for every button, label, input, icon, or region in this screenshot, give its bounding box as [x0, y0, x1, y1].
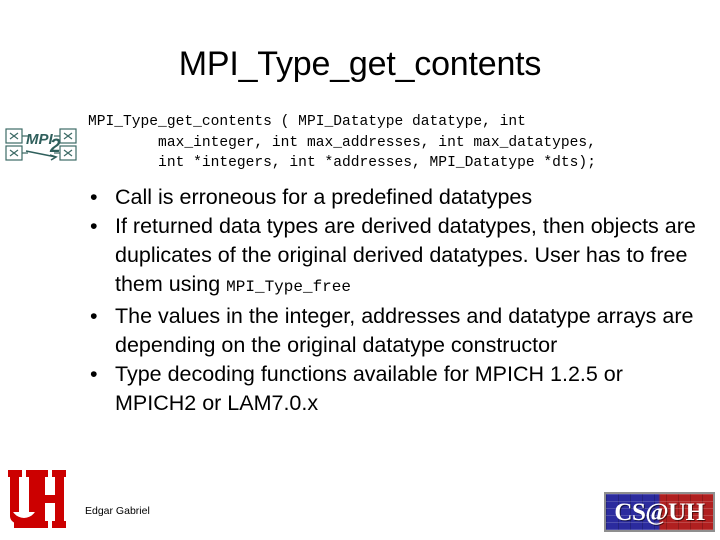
bullet-marker-icon: •	[90, 304, 98, 328]
bullet-marker-icon: •	[90, 185, 98, 209]
list-item-text: Type decoding functions available for MP…	[115, 362, 623, 415]
slide-canvas: MPI_Type_get_contents MPI 2 MPI_Type_get…	[0, 0, 720, 540]
presenter-name: Edgar Gabriel	[85, 505, 150, 517]
list-item-text: If returned data types are derived datat…	[115, 214, 696, 296]
csuh-logo: CS@UH	[604, 492, 715, 532]
bullet-marker-icon: •	[90, 214, 98, 238]
list-item-text: Call is erroneous for a predefined datat…	[115, 185, 533, 209]
svg-text:2: 2	[49, 136, 61, 157]
list-item: • The values in the integer, addresses a…	[86, 302, 700, 360]
list-item: • If returned data types are derived dat…	[86, 212, 700, 302]
uh-logo-icon	[8, 470, 67, 528]
page-title: MPI_Type_get_contents	[178, 45, 542, 83]
list-item: • Call is erroneous for a predefined dat…	[86, 183, 700, 212]
bullet-marker-icon: •	[90, 362, 98, 386]
csuh-logo-text: CS@UH	[614, 498, 705, 526]
mpi2-logo-icon: MPI 2	[5, 128, 77, 161]
list-item: • Type decoding functions available for …	[86, 360, 700, 418]
list-item-text: The values in the integer, addresses and…	[115, 304, 694, 357]
mpi2-logo: MPI 2	[4, 124, 78, 166]
inline-code-mpi-type-free: MPI_Type_free	[226, 278, 351, 296]
bullet-list: • Call is erroneous for a predefined dat…	[86, 183, 700, 418]
function-signature-code: MPI_Type_get_contents ( MPI_Datatype dat…	[88, 114, 596, 171]
uh-logo	[8, 468, 67, 530]
